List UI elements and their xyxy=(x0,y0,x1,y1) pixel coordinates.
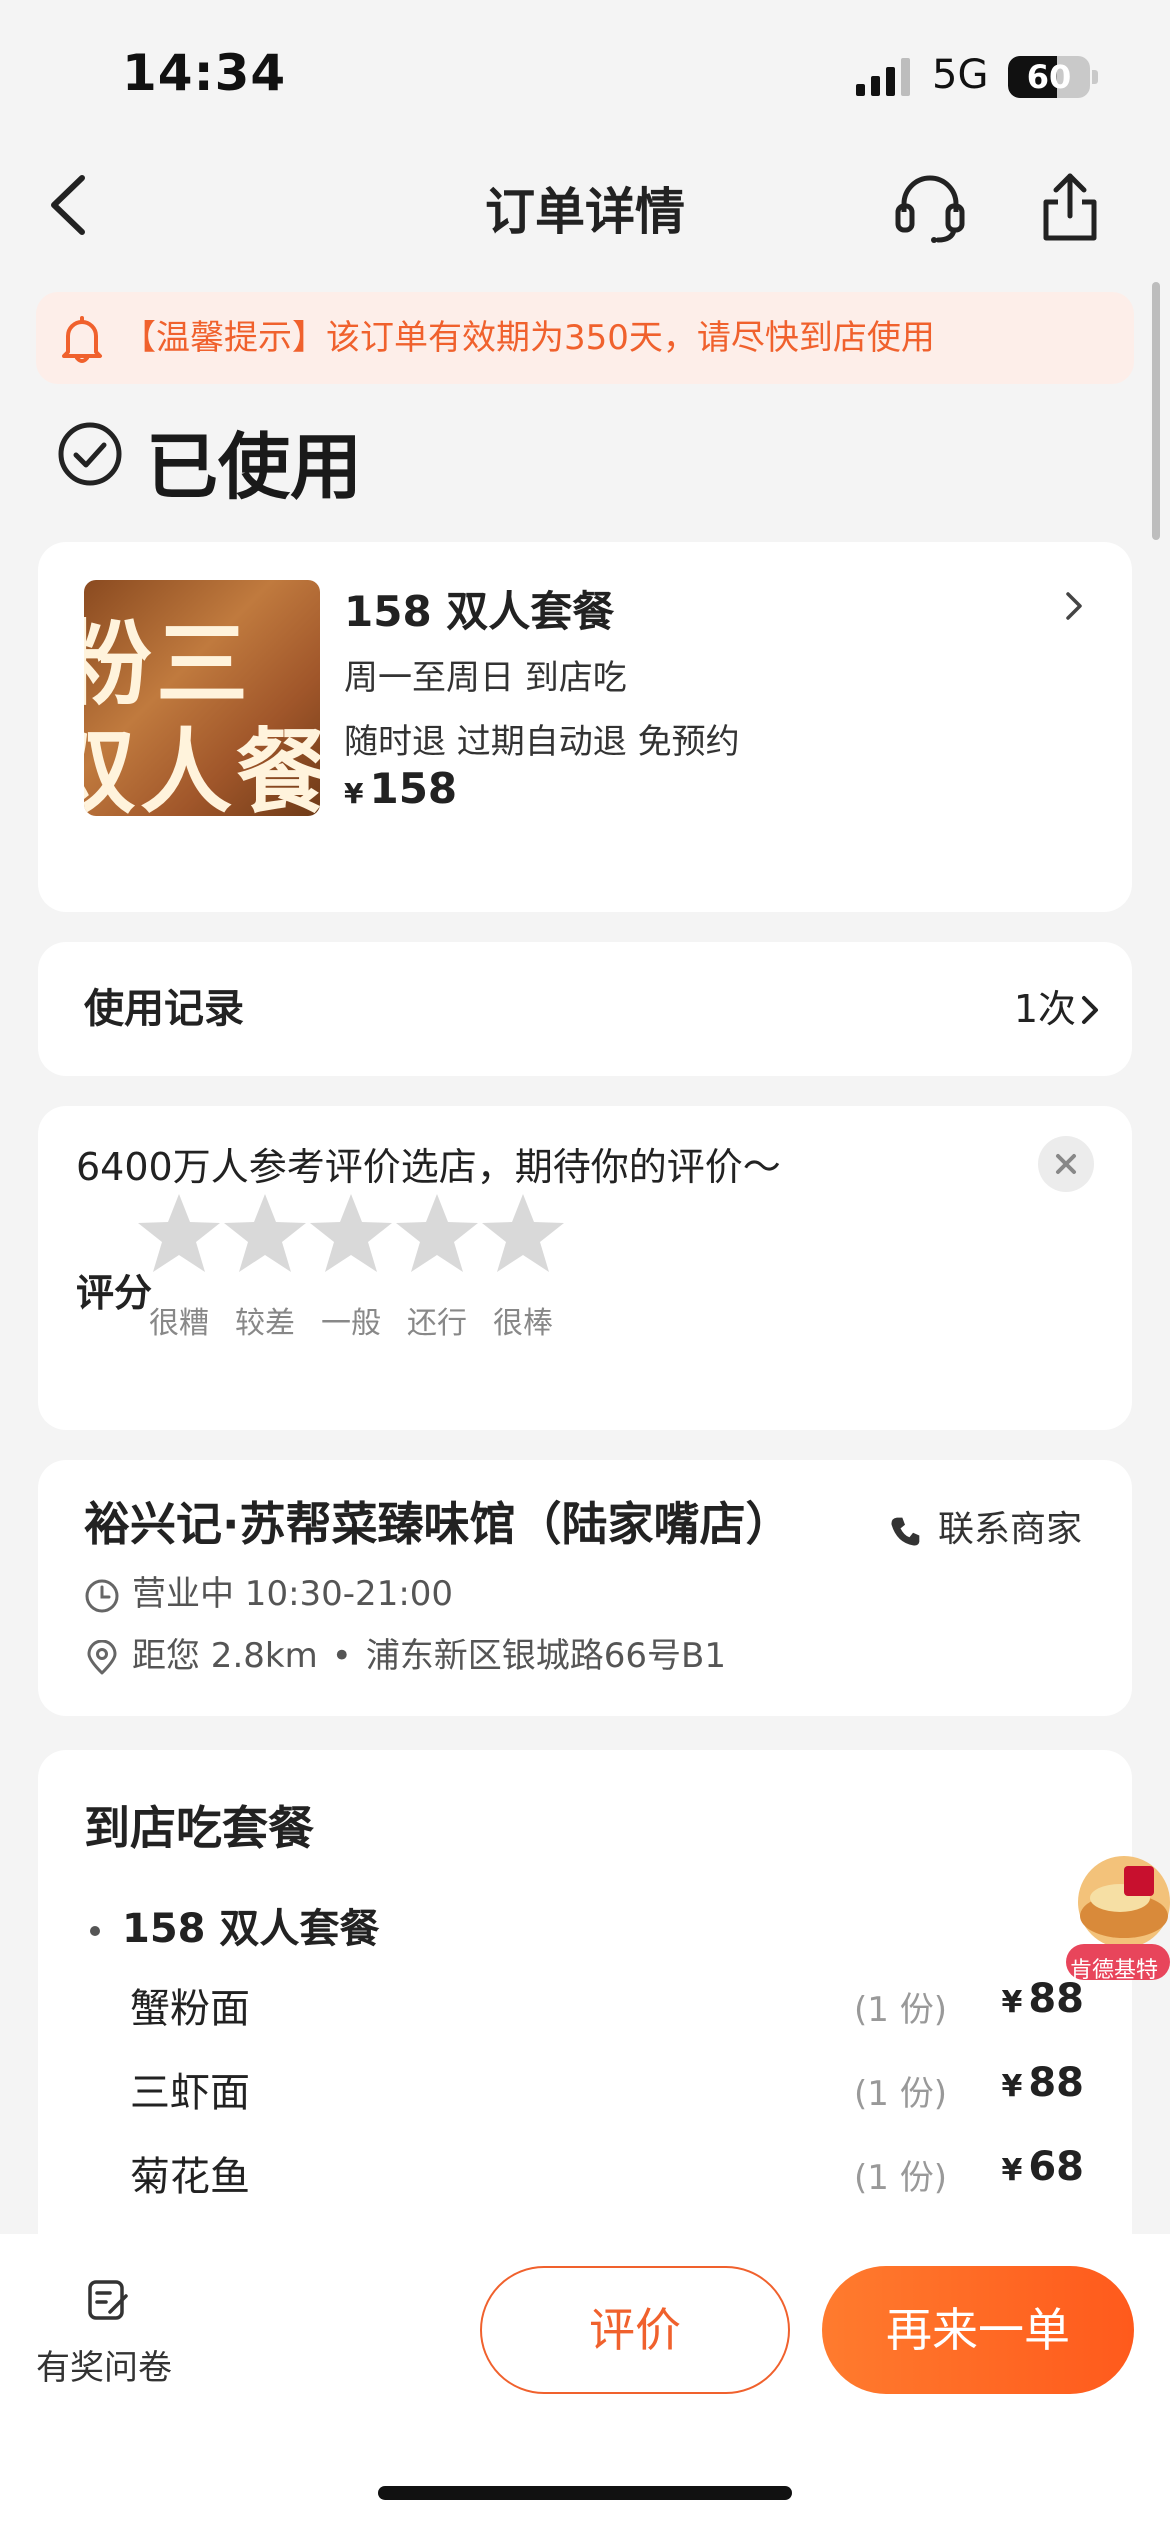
order-status: 已使用 xyxy=(146,425,363,509)
shop-name: 裕兴记·苏帮菜臻味馆（陆家嘴店） xyxy=(84,1497,792,1551)
shop-hours: 营业中 10:30-21:00 xyxy=(84,1566,453,1615)
close-icon[interactable] xyxy=(1038,1136,1094,1192)
usage-record-count: 1次 xyxy=(1013,987,1076,1031)
headset-icon[interactable] xyxy=(890,170,970,244)
product-price: ¥158 xyxy=(344,764,457,813)
package-item-name: 三虾面 xyxy=(130,2070,250,2116)
shop-distance: 距您 2.8km xyxy=(132,1636,318,1676)
package-item-price: ¥68 xyxy=(1001,2144,1084,2190)
usage-record-label: 使用记录 xyxy=(84,986,244,1032)
star-icon[interactable] xyxy=(392,1190,482,1280)
bullet-dot xyxy=(90,1926,100,1936)
star-icon[interactable] xyxy=(478,1190,568,1280)
product-refund-info: 随时退 过期自动退 免预约 xyxy=(344,722,740,762)
phone-icon xyxy=(891,1517,920,1546)
package-subtitle-text: 158 双人套餐 xyxy=(122,1906,380,1952)
product-image[interactable]: 粉三 双人餐 xyxy=(84,580,320,816)
signal-icon xyxy=(856,58,910,96)
star-label: 很棒 xyxy=(493,1306,553,1341)
check-circle-icon xyxy=(58,422,122,486)
contact-merchant-button[interactable]: 联系商家 xyxy=(888,1500,1082,1552)
star-icon[interactable] xyxy=(306,1190,396,1280)
price-value: 68 xyxy=(1028,2144,1084,2190)
package-item-name: 菊花鱼 xyxy=(130,2154,250,2200)
review-prompt: 6400万人参考评价选店，期待你的评价～ xyxy=(76,1145,781,1189)
currency-symbol: ¥ xyxy=(1001,1985,1023,2020)
bell-icon xyxy=(62,316,102,363)
network-type: 5G xyxy=(932,52,989,98)
currency-symbol: ¥ xyxy=(1001,2153,1023,2188)
share-icon[interactable] xyxy=(1036,170,1104,244)
survey-label[interactable]: 有奖问卷 xyxy=(36,2340,172,2389)
usage-record-row[interactable]: 使用记录 1次 xyxy=(38,942,1132,1076)
package-subtitle: 158 双人套餐 xyxy=(90,1896,379,1954)
package-card: 到店吃套餐 158 双人套餐 蟹粉面 (1 份) ¥88 三虾面 (1 份) ¥88 菊花鱼… xyxy=(38,1750,1132,2310)
review-button[interactable]: 评价 xyxy=(480,2266,790,2394)
shop-address: 浦东新区银城路66号B1 xyxy=(365,1636,726,1676)
home-indicator[interactable] xyxy=(378,2486,792,2500)
star-icon[interactable] xyxy=(220,1190,310,1280)
package-item-price: ¥88 xyxy=(1001,2060,1084,2106)
package-item-qty: (1 份) xyxy=(854,1990,947,2030)
chevron-right-icon[interactable] xyxy=(1080,992,1100,1028)
clock-icon xyxy=(85,1579,119,1612)
currency-symbol: ¥ xyxy=(1001,2069,1023,2104)
reorder-button[interactable]: 再来一单 xyxy=(822,2266,1134,2394)
shop-location[interactable]: 距您 2.8km • 浦东新区银城路66号B1 xyxy=(84,1628,726,1677)
scrollbar[interactable] xyxy=(1152,282,1160,540)
survey-icon[interactable] xyxy=(86,2278,130,2322)
package-title: 到店吃套餐 xyxy=(84,1801,314,1855)
separator-dot: • xyxy=(331,1636,352,1676)
battery-level: 60 xyxy=(1026,58,1072,96)
product-usage-info: 周一至周日 到店吃 xyxy=(344,658,627,698)
chevron-right-icon[interactable] xyxy=(1062,586,1086,626)
price-value: 158 xyxy=(369,764,458,813)
close-button[interactable] xyxy=(1038,1136,1094,1192)
product-name: 158 双人套餐 xyxy=(344,587,615,636)
star-icon[interactable] xyxy=(134,1190,224,1280)
battery-cap xyxy=(1092,70,1098,84)
product-card[interactable]: 粉三 双人餐 158 双人套餐 周一至周日 到店吃 随时退 过期自动退 免预约 … xyxy=(38,542,1132,912)
page-title: 订单详情 xyxy=(485,183,685,241)
package-item-name: 蟹粉面 xyxy=(130,1986,250,2032)
shop-hours-text: 营业中 10:30-21:00 xyxy=(132,1574,454,1614)
package-item-qty: (1 份) xyxy=(854,2158,947,2198)
shop-card[interactable]: 裕兴记·苏帮菜臻味馆（陆家嘴店） 联系商家 营业中 10:30-21:00 距您… xyxy=(38,1460,1132,1716)
status-time: 14:34 xyxy=(122,44,287,102)
notice-text: 【温馨提示】该订单有效期为350天，请尽快到店使用 xyxy=(122,318,935,358)
currency-symbol: ¥ xyxy=(344,777,364,810)
notice-banner: 【温馨提示】该订单有效期为350天，请尽快到店使用 xyxy=(36,292,1134,384)
location-pin-icon xyxy=(87,1639,117,1674)
floating-ad-label[interactable]: 肯德基特 xyxy=(1070,1952,1158,1984)
product-image-text: 双人餐 xyxy=(84,719,320,816)
review-card: 6400万人参考评价选店，期待你的评价～ 评分 很糟 较差 一般 还行 很棒 xyxy=(38,1106,1132,1430)
package-item-qty: (1 份) xyxy=(854,2074,947,2114)
battery-icon: 60 xyxy=(1008,56,1090,98)
contact-label: 联系商家 xyxy=(938,1509,1083,1550)
price-value: 88 xyxy=(1028,2060,1084,2106)
